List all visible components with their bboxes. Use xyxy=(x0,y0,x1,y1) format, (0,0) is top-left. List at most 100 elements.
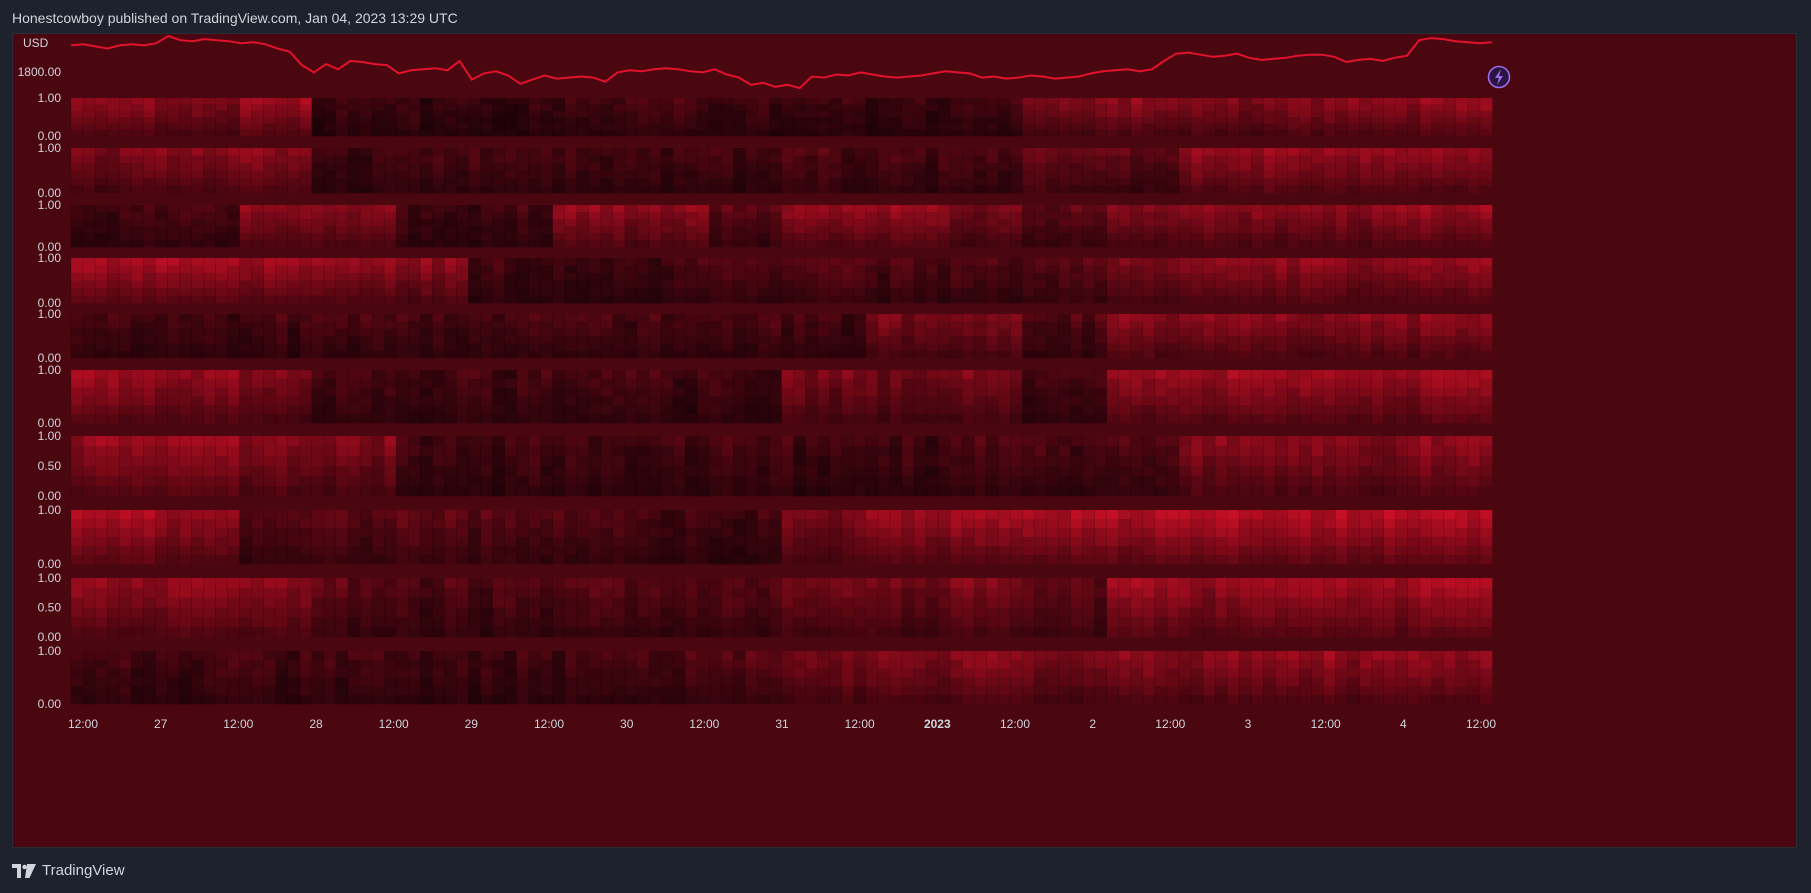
heatmap-cell xyxy=(287,163,301,171)
heatmap-cell xyxy=(926,314,939,322)
heatmap-cell xyxy=(913,328,927,337)
heatmap-cell xyxy=(552,233,566,241)
heatmap-cell xyxy=(504,123,517,130)
heatmap-cell xyxy=(588,328,602,337)
heatmap-cell xyxy=(576,414,590,424)
heatmap-cell xyxy=(1323,117,1336,124)
heatmap-cell xyxy=(1251,336,1264,344)
heatmap-cell xyxy=(396,170,409,179)
heatmap-cell xyxy=(1106,405,1119,415)
heatmap-cell xyxy=(1046,205,1059,213)
heatmap-cell xyxy=(1431,185,1445,194)
heatmap-cell xyxy=(83,258,96,266)
heatmap-cell xyxy=(323,405,337,415)
heatmap-cell xyxy=(239,387,252,397)
heatmap-cell xyxy=(1022,280,1035,289)
heatmap-cell xyxy=(853,148,867,156)
heatmap-cell xyxy=(372,117,385,124)
heatmap-cell xyxy=(1299,178,1312,186)
heatmap-cell xyxy=(1034,155,1047,164)
heatmap-cell xyxy=(143,405,156,415)
heatmap-cell xyxy=(1215,163,1228,171)
heatmap-cell xyxy=(396,414,409,424)
heatmap-cell xyxy=(841,343,855,351)
heatmap-cell xyxy=(829,178,843,186)
heatmap-cell xyxy=(239,378,252,388)
heatmap-cell xyxy=(636,155,650,164)
heatmap-cell xyxy=(600,240,614,248)
heatmap-cell xyxy=(588,396,602,406)
heatmap-cell xyxy=(889,280,903,289)
heatmap-cell xyxy=(974,98,987,105)
heatmap-cell xyxy=(817,233,830,241)
y-tick-label: 1.00 xyxy=(38,91,62,105)
heatmap-cell xyxy=(950,295,963,304)
heatmap-cell xyxy=(347,350,361,359)
heatmap-cell xyxy=(697,295,710,304)
heatmap-cell xyxy=(998,321,1011,329)
heatmap-cell xyxy=(1202,343,1216,351)
heatmap-cell xyxy=(1058,336,1071,344)
heatmap-cell xyxy=(1323,163,1336,171)
heatmap-cell xyxy=(709,110,722,118)
heatmap-cell xyxy=(179,387,192,397)
heatmap-cell xyxy=(1215,155,1228,164)
heatmap-cell xyxy=(119,336,132,344)
heatmap-cell xyxy=(335,343,349,351)
heatmap-cell xyxy=(107,314,120,322)
heatmap-cell xyxy=(191,240,204,248)
heatmap-cell xyxy=(938,336,951,344)
heatmap-cell xyxy=(1227,163,1240,171)
heatmap-cell xyxy=(757,226,770,234)
heatmap-cell xyxy=(143,123,156,130)
heatmap-cell xyxy=(1166,321,1180,329)
heatmap-cell xyxy=(83,343,96,351)
heatmap-cell xyxy=(1419,110,1433,118)
heatmap-cell xyxy=(1046,273,1059,281)
heatmap-cell xyxy=(649,155,662,164)
heatmap-cell xyxy=(1455,155,1469,164)
heatmap-cell xyxy=(1094,148,1107,156)
heatmap-cell xyxy=(191,414,204,424)
heatmap-cell xyxy=(1407,295,1421,304)
heatmap-cell xyxy=(552,226,566,234)
heatmap-cell xyxy=(552,343,566,351)
heatmap-cell xyxy=(299,295,313,304)
flash-icon[interactable] xyxy=(1487,65,1511,89)
heatmap-cell xyxy=(745,240,758,248)
heatmap-cell xyxy=(468,321,481,329)
heatmap-cell xyxy=(155,148,168,156)
chart-svg[interactable]: USD1800.001.000.001.000.001.000.001.000.… xyxy=(13,34,1796,847)
heatmap-cell xyxy=(636,273,650,281)
heatmap-cell xyxy=(504,185,517,194)
heatmap-cell xyxy=(1034,378,1047,388)
heatmap-cell xyxy=(1142,396,1156,406)
heatmap-cell xyxy=(119,129,132,137)
heatmap-cell xyxy=(1359,129,1372,137)
heatmap-cell xyxy=(119,170,132,179)
heatmap-cell xyxy=(335,110,349,118)
heatmap-cell xyxy=(769,170,782,179)
heatmap-cell xyxy=(733,343,746,351)
chart-area[interactable]: USD 1800.00 1.00 0.00 1.00 0.00 1.00 0.00 1.00 0.… xyxy=(12,33,1797,848)
heatmap-cell xyxy=(612,288,626,296)
heatmap-cell xyxy=(926,240,939,248)
heatmap-cell xyxy=(444,370,457,380)
heatmap-cell xyxy=(1142,405,1156,415)
heatmap-cell xyxy=(540,110,553,118)
heatmap-cell xyxy=(841,212,855,220)
heatmap-cell xyxy=(793,288,806,296)
heatmap-cell xyxy=(275,414,289,424)
heatmap-cell xyxy=(1419,205,1433,213)
heatmap-cell xyxy=(95,328,108,337)
heatmap-cell xyxy=(1154,226,1168,234)
heatmap-cell xyxy=(1118,387,1132,397)
heatmap-cell xyxy=(1467,104,1481,111)
heatmap-cell xyxy=(1190,104,1204,111)
heatmap-cell xyxy=(1215,185,1228,194)
heatmap-cell xyxy=(612,370,626,380)
heatmap-cell xyxy=(1202,240,1216,248)
heatmap-cell xyxy=(913,98,927,105)
heatmap-cell xyxy=(1275,155,1288,164)
heatmap-cell xyxy=(1251,321,1264,329)
